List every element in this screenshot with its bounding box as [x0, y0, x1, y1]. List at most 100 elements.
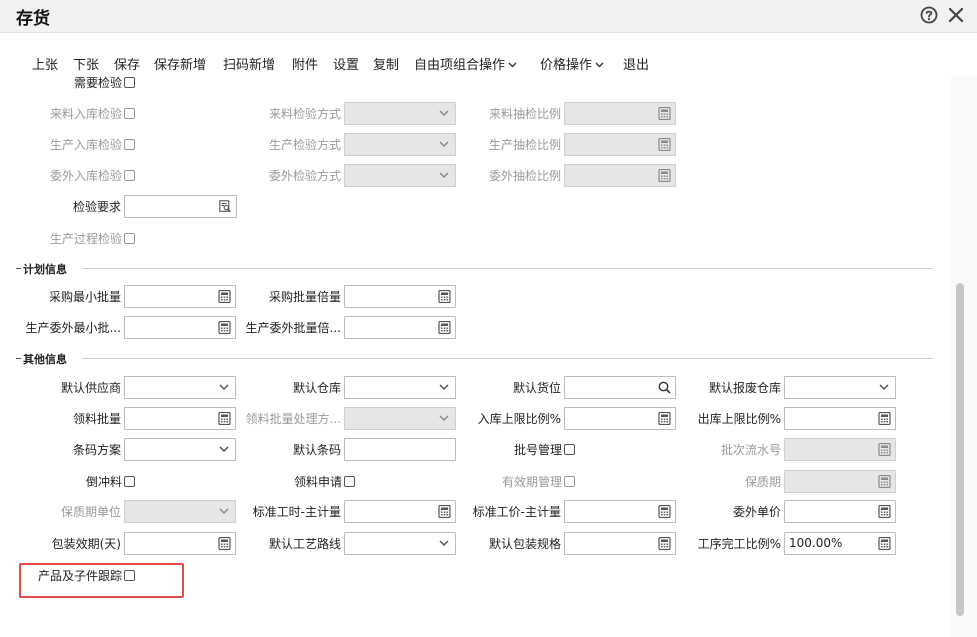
prod-outsource-min-batch-input[interactable]	[124, 316, 236, 339]
incoming-sampling-ratio-input[interactable]	[564, 102, 676, 125]
expiry-management-checkbox[interactable]	[564, 476, 575, 487]
production-inspection-checkbox[interactable]	[124, 139, 135, 150]
section-other: 其他信息	[16, 351, 67, 367]
barcode-scheme-select[interactable]	[124, 438, 236, 461]
packaging-validity-days-input[interactable]	[124, 532, 236, 555]
production-sampling-ratio-label: 生产抽检比例	[488, 138, 561, 152]
process-completion-ratio-label: 工序完工比例%	[697, 537, 781, 551]
outsource-inspection-method-label: 委外检验方式	[268, 169, 341, 183]
highlight-box	[19, 563, 184, 598]
shelf-life-unit-select[interactable]	[124, 500, 236, 523]
std-price-main-unit-input[interactable]	[564, 500, 676, 523]
prev-record-button[interactable]: 上张	[32, 54, 58, 73]
production-sampling-ratio-input[interactable]	[564, 133, 676, 156]
calculator-icon	[218, 412, 231, 425]
picking-request-label: 领料申请	[293, 475, 342, 489]
std-hours-main-unit-input[interactable]	[344, 500, 456, 523]
price-ops-menu[interactable]: 价格操作	[540, 54, 604, 73]
attachment-button[interactable]: 附件	[292, 54, 318, 73]
calculator-icon	[438, 321, 451, 334]
picking-batch-label: 领料批量	[72, 412, 121, 426]
calculator-icon	[878, 443, 891, 456]
copy-button[interactable]: 复制	[373, 54, 399, 73]
picking-batch-method-label: 领料批量处理方...	[245, 412, 341, 426]
default-process-route-select[interactable]	[344, 532, 456, 555]
default-location-input[interactable]	[564, 376, 676, 399]
toolbar: 上张 下张 保存 保存新增 扫码新增 附件 设置 复制 自由项组合操作 价格操作…	[0, 33, 977, 76]
default-process-route-label: 默认工艺路线	[268, 537, 341, 551]
picking-request-checkbox[interactable]	[344, 476, 355, 487]
section-marker	[16, 268, 21, 269]
calculator-icon	[658, 169, 671, 182]
outsource-sampling-ratio-label: 委外抽检比例	[488, 169, 561, 183]
std-price-main-unit-label: 标准工价-主计量	[472, 505, 561, 519]
inspection-requirement-label: 检验要求	[72, 200, 121, 214]
picking-batch-method-select[interactable]	[344, 407, 456, 430]
chevron-down-icon	[439, 172, 449, 179]
prod-outsource-min-batch-label: 生产委外最小批...	[25, 321, 121, 335]
next-record-button[interactable]: 下张	[73, 54, 99, 73]
inbound-upper-ratio-input[interactable]	[564, 407, 676, 430]
batch-serial-number-input[interactable]	[784, 438, 896, 461]
backflush-material-checkbox[interactable]	[124, 476, 135, 487]
section-marker	[16, 358, 21, 359]
document-search-icon	[219, 200, 232, 213]
calculator-icon	[658, 138, 671, 151]
save-and-new-button[interactable]: 保存新增	[154, 54, 206, 73]
close-icon[interactable]	[947, 6, 965, 24]
default-supplier-select[interactable]	[124, 376, 236, 399]
packaging-validity-days-label: 包装效期(天)	[51, 537, 121, 551]
exit-button[interactable]: 退出	[623, 54, 649, 73]
picking-batch-input[interactable]	[124, 407, 236, 430]
shelf-life-label: 保质期	[744, 475, 781, 489]
default-scrap-warehouse-select[interactable]	[784, 376, 896, 399]
process-inspection-label: 生产过程检验	[49, 232, 122, 246]
section-divider	[82, 358, 933, 359]
chevron-down-icon	[219, 384, 229, 391]
prod-outsource-batch-multiple-label: 生产委外批量倍...	[245, 321, 341, 335]
outsource-inspection-method-select[interactable]	[344, 164, 456, 187]
dialog-title: 存货	[16, 9, 50, 29]
default-location-label: 默认货位	[512, 381, 561, 395]
chevron-down-icon	[439, 415, 449, 422]
help-icon[interactable]	[920, 6, 938, 24]
inspection-requirement-input[interactable]	[124, 195, 237, 218]
process-inspection-checkbox[interactable]	[124, 233, 135, 244]
calculator-icon	[438, 505, 451, 518]
need-inspection-checkbox[interactable]	[124, 77, 135, 88]
prod-outsource-batch-multiple-input[interactable]	[344, 316, 456, 339]
batch-management-label: 批号管理	[513, 443, 562, 457]
outsource-unit-price-input[interactable]	[784, 500, 896, 523]
calculator-icon	[878, 505, 891, 518]
outsource-inspection-label: 委外入库检验	[49, 169, 122, 183]
calculator-icon	[658, 505, 671, 518]
scan-new-button[interactable]: 扫码新增	[223, 54, 275, 73]
barcode-scheme-label: 条码方案	[72, 443, 121, 457]
outsource-sampling-ratio-input[interactable]	[564, 164, 676, 187]
save-button[interactable]: 保存	[114, 54, 140, 73]
production-inspection-method-label: 生产检验方式	[268, 138, 341, 152]
price-ops-label: 价格操作	[540, 58, 593, 73]
default-packaging-spec-input[interactable]	[564, 532, 676, 555]
scrollbar-thumb[interactable]	[956, 283, 964, 616]
incoming-inspection-checkbox[interactable]	[124, 108, 135, 119]
batch-management-checkbox[interactable]	[564, 444, 575, 455]
process-completion-ratio-input[interactable]: 100.00%	[784, 532, 896, 555]
scrollbar-track[interactable]	[951, 76, 977, 637]
custom-combo-label: 自由项组合操作	[414, 58, 506, 73]
purchase-min-batch-input[interactable]	[124, 285, 236, 308]
default-warehouse-select[interactable]	[344, 376, 456, 399]
inventory-dialog: 存货 上张 下张 保存 保存新增 扫码新增 附件 设置 复制 自由项组合操作 价…	[0, 0, 977, 637]
section-title: 计划信息	[23, 263, 67, 276]
incoming-inspection-method-select[interactable]	[344, 102, 456, 125]
purchase-min-batch-label: 采购最小批量	[48, 290, 121, 304]
outbound-upper-ratio-input[interactable]	[784, 407, 896, 430]
shelf-life-input[interactable]	[784, 470, 896, 493]
default-barcode-input[interactable]	[344, 438, 456, 461]
outsource-inspection-checkbox[interactable]	[124, 170, 135, 181]
production-inspection-method-select[interactable]	[344, 133, 456, 156]
custom-combo-menu[interactable]: 自由项组合操作	[414, 54, 517, 73]
purchase-batch-multiple-input[interactable]	[344, 285, 456, 308]
incoming-inspection-label: 来料入库检验	[49, 107, 122, 121]
settings-button[interactable]: 设置	[333, 54, 359, 73]
